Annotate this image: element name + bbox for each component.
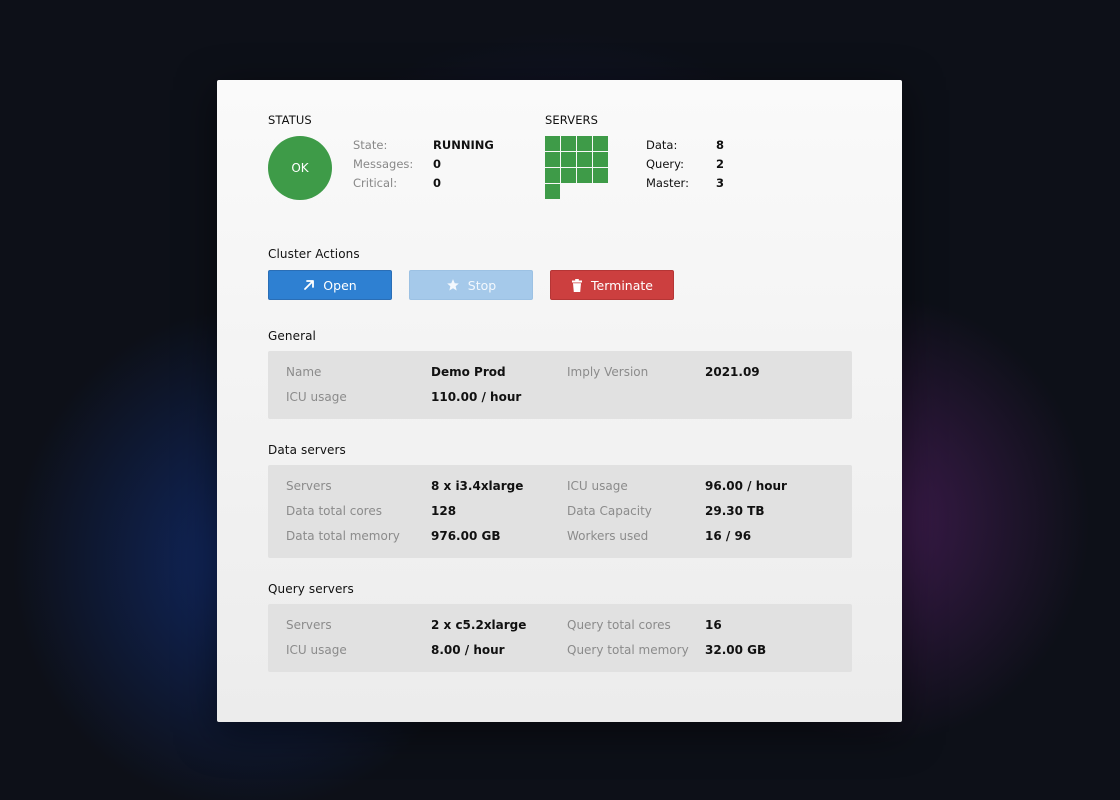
data-icu-label: ICU usage: [567, 479, 628, 493]
status-messages-label: Messages:: [353, 157, 414, 171]
data-servers-panel: Servers 8 x i3.4xlarge ICU usage 96.00 /…: [268, 465, 852, 558]
server-square: [561, 152, 576, 167]
status-state-label: State:: [353, 138, 388, 152]
terminate-button-label: Terminate: [591, 277, 653, 293]
data-servers-title: Data servers: [268, 443, 346, 457]
server-square: [593, 136, 608, 151]
server-square: [545, 184, 560, 199]
server-square: [577, 152, 592, 167]
server-square: [545, 152, 560, 167]
status-critical-label: Critical:: [353, 176, 398, 190]
servers-query-value: 2: [716, 157, 725, 171]
data-servers-label: Servers: [286, 479, 332, 493]
server-square: [545, 136, 560, 151]
status-critical-value: 0: [433, 176, 442, 190]
server-square: [593, 152, 608, 167]
data-cores-value: 128: [431, 504, 457, 518]
query-servers-label: Servers: [286, 618, 332, 632]
servers-master-label: Master:: [646, 176, 689, 190]
server-square: [577, 168, 592, 183]
servers-master-value: 3: [716, 176, 725, 190]
general-version-value: 2021.09: [705, 365, 760, 379]
data-cores-label: Data total cores: [286, 504, 382, 518]
general-panel: Name Demo Prod Imply Version 2021.09 ICU…: [268, 351, 852, 419]
query-servers-panel: Servers 2 x c5.2xlarge Query total cores…: [268, 604, 852, 672]
data-workers-value: 16 / 96: [705, 529, 752, 543]
terminate-button[interactable]: Terminate: [550, 270, 674, 300]
servers-query-label: Query:: [646, 157, 684, 171]
general-name-value: Demo Prod: [431, 365, 506, 379]
arrow-up-right-icon: [304, 280, 315, 290]
query-cores-label: Query total cores: [567, 618, 671, 632]
servers-data-value: 8: [716, 138, 725, 152]
status-ok-badge: OK: [268, 136, 332, 200]
query-memory-value: 32.00 GB: [705, 643, 767, 657]
server-square: [593, 168, 608, 183]
general-title: General: [268, 329, 316, 343]
trash-icon: [572, 278, 583, 292]
query-cores-value: 16: [705, 618, 722, 632]
query-servers-title: Query servers: [268, 582, 354, 596]
query-memory-label: Query total memory: [567, 643, 689, 657]
server-square: [561, 136, 576, 151]
query-icu-label: ICU usage: [286, 643, 347, 657]
data-capacity-value: 29.30 TB: [705, 504, 765, 518]
server-square: [577, 136, 592, 151]
data-capacity-label: Data Capacity: [567, 504, 652, 518]
query-icu-value: 8.00 / hour: [431, 643, 505, 657]
status-messages-value: 0: [433, 157, 442, 171]
data-icu-value: 96.00 / hour: [705, 479, 787, 493]
data-memory-value: 976.00 GB: [431, 529, 501, 543]
general-icu-value: 110.00 / hour: [431, 390, 522, 404]
data-servers-value: 8 x i3.4xlarge: [431, 479, 524, 493]
cluster-details-card: STATUS OK State: RUNNING Messages: 0 Cri…: [217, 80, 902, 722]
stop-button-label: Stop: [467, 277, 497, 293]
data-memory-label: Data total memory: [286, 529, 400, 543]
status-title: STATUS: [268, 113, 312, 127]
servers-data-label: Data:: [646, 138, 678, 152]
server-square: [545, 168, 560, 183]
query-servers-value: 2 x c5.2xlarge: [431, 618, 527, 632]
status-state-value: RUNNING: [433, 138, 494, 152]
general-version-label: Imply Version: [567, 365, 649, 379]
open-button[interactable]: Open: [268, 270, 392, 300]
cluster-actions-title: Cluster Actions: [268, 247, 360, 261]
stop-button[interactable]: Stop: [409, 270, 533, 300]
server-square: [561, 168, 576, 183]
open-button-label: Open: [323, 277, 357, 293]
star-icon: [446, 279, 459, 291]
general-name-label: Name: [286, 365, 322, 379]
general-icu-label: ICU usage: [286, 390, 347, 404]
servers-title: SERVERS: [545, 113, 599, 127]
data-workers-label: Workers used: [567, 529, 649, 543]
